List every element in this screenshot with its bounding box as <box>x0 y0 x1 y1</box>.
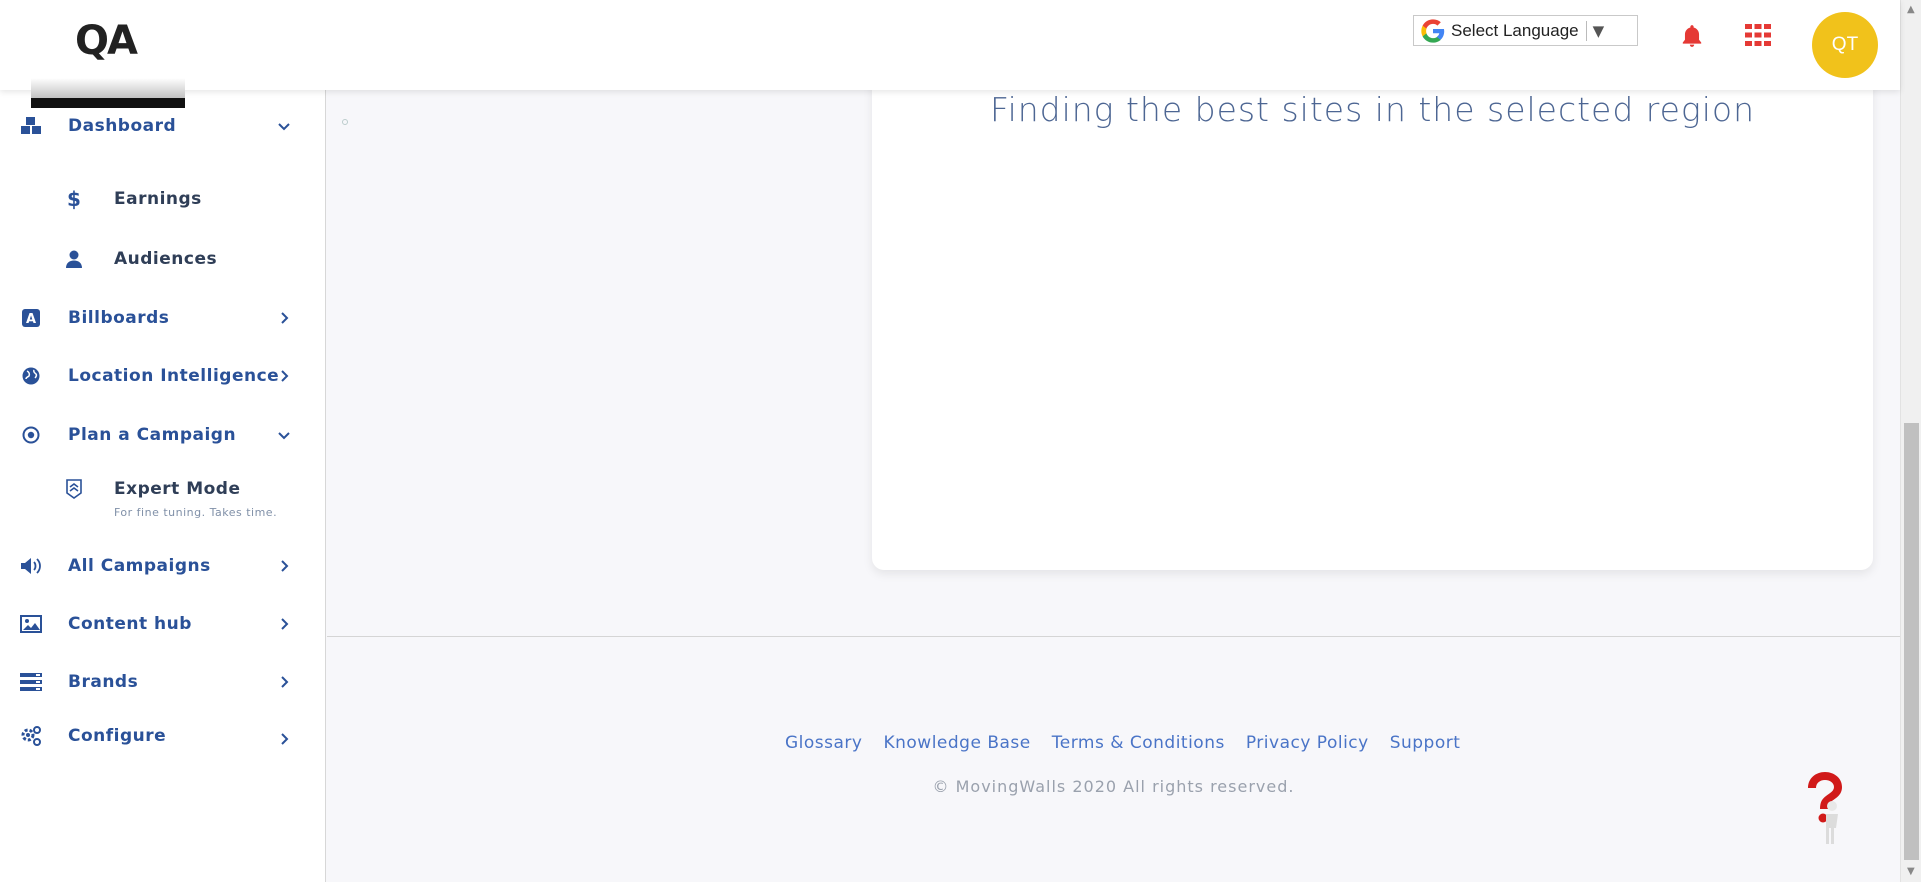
company-logo[interactable]: QA COMPANY <box>31 12 185 108</box>
loader-dot <box>342 119 348 125</box>
svg-text:A: A <box>26 312 36 327</box>
chevron-down-icon <box>278 123 290 131</box>
footer-link-support[interactable]: Support <box>1390 733 1461 753</box>
badge-icon <box>63 478 85 500</box>
sidebar-item-all-campaigns[interactable]: All Campaigns <box>0 548 326 584</box>
sidebar-item-earnings[interactable]: $ Earnings <box>0 181 326 217</box>
cubes-icon <box>20 115 42 137</box>
chevron-right-icon <box>281 733 289 745</box>
scroll-up-arrow-icon[interactable]: ▲ <box>1907 4 1915 15</box>
help-question-icon[interactable] <box>1798 770 1848 846</box>
chevron-right-icon <box>281 312 289 324</box>
sidebar-item-configure[interactable]: Configure <box>0 718 326 754</box>
footer-divider <box>327 636 1900 637</box>
sidebar-item-dashboard[interactable]: Dashboard <box>0 108 326 144</box>
sidebar-item-content-hub[interactable]: Content hub <box>0 606 326 642</box>
sidebar-item-location-intelligence[interactable]: Location Intelligence <box>0 358 326 394</box>
chevron-right-icon <box>281 618 289 630</box>
sidebar-item-audiences[interactable]: Audiences <box>0 241 326 277</box>
billboard-icon: A <box>20 307 42 329</box>
loading-card: Finding the best sites in the selected r… <box>872 60 1873 570</box>
footer-link-privacy[interactable]: Privacy Policy <box>1246 733 1369 753</box>
chevron-right-icon <box>281 370 289 382</box>
image-icon <box>20 613 42 635</box>
language-label: Select Language <box>1451 20 1579 40</box>
user-icon <box>63 248 85 270</box>
sidebar-item-billboards[interactable]: A Billboards <box>0 300 326 336</box>
globe-icon <box>20 365 42 387</box>
sidebar-item-plan-campaign[interactable]: Plan a Campaign <box>0 417 326 453</box>
top-header: QA COMPANY Select Language ▼ QT <box>0 0 1900 108</box>
notification-bell-icon[interactable] <box>1679 22 1705 50</box>
scroll-down-arrow-icon[interactable]: ▼ <box>1907 866 1915 877</box>
card-title: Finding the best sites in the selected r… <box>989 90 1756 129</box>
footer-link-knowledge-base[interactable]: Knowledge Base <box>883 733 1030 753</box>
megaphone-icon <box>20 555 42 577</box>
gears-icon <box>20 725 42 747</box>
apps-grid-icon[interactable] <box>1745 24 1771 46</box>
google-icon <box>1421 18 1445 43</box>
copyright-text: © MovingWalls 2020 All rights reserved. <box>932 777 1295 796</box>
vertical-scrollbar[interactable]: ▲ ▼ <box>1900 0 1921 882</box>
dropdown-caret-icon: ▼ <box>1592 21 1605 40</box>
footer-link-terms[interactable]: Terms & Conditions <box>1052 733 1225 753</box>
sidebar-item-brands[interactable]: Brands <box>0 664 326 700</box>
sidebar-item-expert-mode[interactable]: Expert Mode <box>0 471 326 507</box>
footer-links: Glossary Knowledge Base Terms & Conditio… <box>785 733 1460 753</box>
chevron-right-icon <box>281 560 289 572</box>
footer-link-glossary[interactable]: Glossary <box>785 733 862 753</box>
layers-icon <box>20 671 42 693</box>
dollar-icon: $ <box>67 187 81 211</box>
scrollbar-thumb[interactable] <box>1904 423 1919 860</box>
expert-mode-description: For fine tuning. Takes time. <box>114 506 278 519</box>
sidebar: Dashboard $ Earnings Audiences A Billboa… <box>0 90 326 882</box>
language-select[interactable]: Select Language ▼ <box>1413 15 1638 46</box>
user-avatar[interactable]: QT <box>1812 12 1878 78</box>
chevron-down-icon <box>278 432 290 440</box>
chevron-right-icon <box>281 676 289 688</box>
target-icon <box>20 424 42 446</box>
logo-mark: QA <box>75 18 138 64</box>
